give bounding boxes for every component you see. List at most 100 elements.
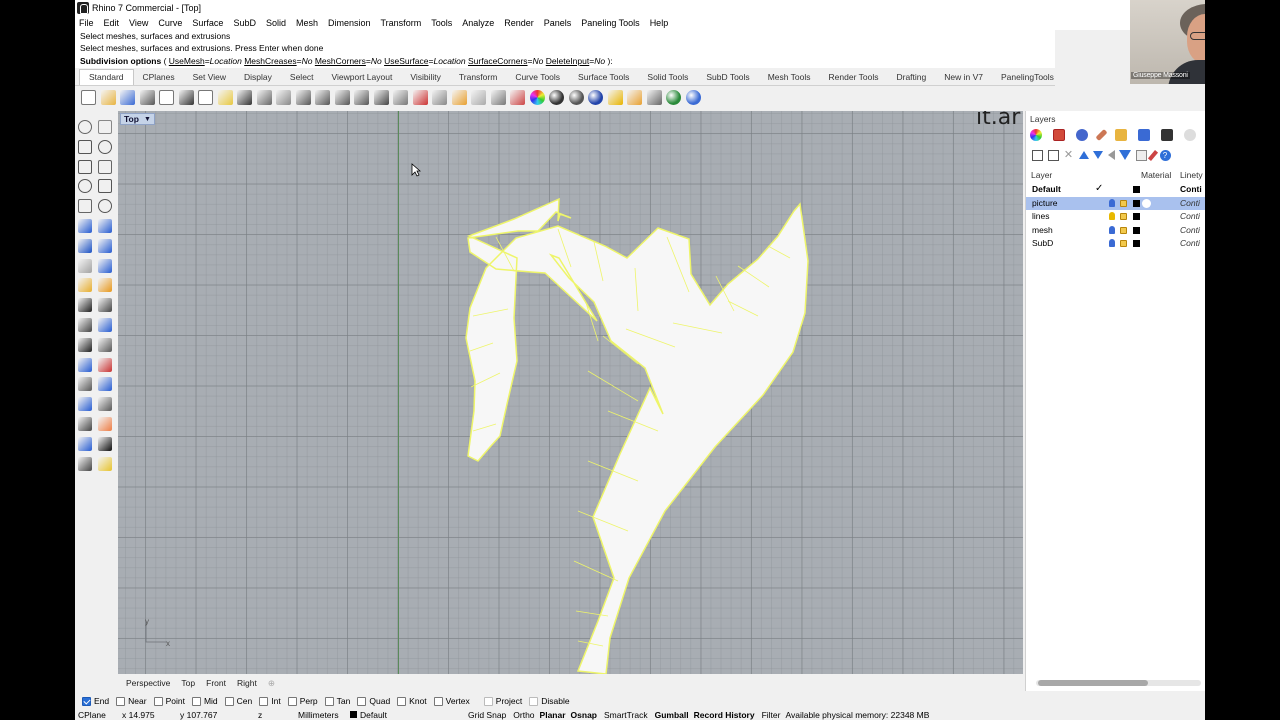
menu-render[interactable]: Render <box>504 18 534 28</box>
mesh-icon[interactable] <box>78 278 92 293</box>
status-gumball[interactable]: Gumball <box>655 710 689 720</box>
move-view-icon[interactable] <box>276 89 291 105</box>
menu-solid[interactable]: Solid <box>266 18 286 28</box>
select-filter-icon[interactable] <box>646 89 662 105</box>
viewport-tab-top[interactable]: Top <box>181 678 195 688</box>
subd-object[interactable] <box>118 111 1023 674</box>
fillet-icon[interactable] <box>78 337 92 352</box>
analyze-icon[interactable] <box>78 436 92 451</box>
new-layer-icon[interactable] <box>1032 149 1043 161</box>
lock-icon[interactable] <box>1120 226 1127 234</box>
visibility-bulb-icon[interactable] <box>1109 212 1115 221</box>
option-surfacecorners[interactable]: SurfaceCorners=No <box>468 56 546 66</box>
cylinder-icon[interactable] <box>78 258 92 273</box>
print-icon[interactable] <box>139 89 155 105</box>
delete-layer-icon[interactable]: ✕ <box>1063 149 1074 161</box>
lock-icon[interactable] <box>1120 213 1127 221</box>
layer-icon[interactable] <box>510 89 525 105</box>
layer-row-default[interactable]: Default ✓ Conti <box>1026 183 1205 196</box>
camera-icon[interactable] <box>432 89 447 105</box>
surface-corner-icon[interactable] <box>78 219 92 233</box>
cut-icon[interactable] <box>178 89 194 105</box>
chamfer-icon[interactable] <box>98 337 112 352</box>
status-filter[interactable]: Filter <box>762 710 781 720</box>
tab-new-in-v7[interactable]: New in V7 <box>935 70 992 85</box>
color-wheel-icon[interactable] <box>1030 128 1042 141</box>
transform-icon[interactable] <box>98 377 112 392</box>
polygon-icon[interactable] <box>78 199 92 214</box>
osnap-end[interactable]: End <box>82 696 109 706</box>
osnap-int[interactable]: Int <box>259 696 281 706</box>
rectangle-icon[interactable] <box>98 179 112 194</box>
osnap-vertex[interactable]: Vertex <box>433 696 470 706</box>
option-meshcreases[interactable]: MeshCreases=No <box>244 56 315 66</box>
filter-icon[interactable] <box>1119 150 1131 160</box>
pencil-icon[interactable] <box>1095 128 1108 141</box>
menu-subd[interactable]: SubD <box>233 18 256 28</box>
tab-cplanes[interactable]: CPlanes <box>134 70 184 85</box>
help-icon[interactable] <box>685 89 701 105</box>
grid-icon[interactable] <box>393 89 408 105</box>
monitor-icon[interactable] <box>1161 128 1173 141</box>
status-units[interactable]: Millimeters <box>298 710 350 720</box>
osnap-point[interactable]: Point <box>153 696 185 706</box>
layer-icon[interactable] <box>78 397 92 412</box>
paste-icon[interactable] <box>217 89 233 105</box>
move-parent-icon[interactable] <box>1107 150 1115 160</box>
tab-curve-tools[interactable]: Curve Tools <box>506 70 569 85</box>
osnap-cen[interactable]: Cen <box>224 696 252 706</box>
curve-icon[interactable] <box>98 139 112 154</box>
pan-icon[interactable] <box>256 89 272 105</box>
layer-color-swatch[interactable] <box>1133 199 1140 207</box>
lock-icon[interactable] <box>1120 240 1127 248</box>
osnap-disable[interactable]: Disable <box>529 696 570 706</box>
option-deleteinput[interactable]: DeleteInput=No <box>546 56 605 66</box>
folder-icon[interactable] <box>1115 128 1127 141</box>
layers-scrollbar[interactable] <box>1036 680 1201 686</box>
sphere-icon[interactable] <box>588 89 603 105</box>
shade-icon[interactable] <box>78 456 92 471</box>
viewport-tab-perspective[interactable]: Perspective <box>126 678 170 688</box>
layer-linetype[interactable]: Conti <box>1180 184 1202 194</box>
save-icon[interactable] <box>120 89 135 105</box>
layer-linetype[interactable]: Conti <box>1180 211 1202 221</box>
menu-transform[interactable]: Transform <box>381 18 422 28</box>
option-usemesh[interactable]: UseMesh=Location <box>169 56 244 66</box>
layer-row-subd[interactable]: SubD Conti <box>1026 237 1205 250</box>
shade-icon[interactable] <box>549 89 564 105</box>
menu-dimension[interactable]: Dimension <box>328 18 371 28</box>
tab-viewport-layout[interactable]: Viewport Layout <box>323 70 402 85</box>
tab-solid-tools[interactable]: Solid Tools <box>638 70 697 85</box>
settings-icon[interactable] <box>1184 128 1196 141</box>
layer-row-mesh[interactable]: mesh Conti <box>1026 224 1205 237</box>
layer-linetype[interactable]: Conti <box>1180 238 1202 248</box>
color-wheel-icon[interactable] <box>529 89 545 105</box>
osnap-quad[interactable]: Quad <box>357 696 390 706</box>
display-icon[interactable] <box>1138 128 1150 141</box>
menu-surface[interactable]: Surface <box>192 18 223 28</box>
join-icon[interactable] <box>78 318 92 332</box>
surface-edge-icon[interactable] <box>98 219 112 233</box>
status-planar[interactable]: Planar <box>540 710 566 720</box>
status-cplane[interactable]: CPlane <box>78 710 122 720</box>
osnap-project[interactable]: Project <box>483 696 522 706</box>
grid-icon[interactable] <box>78 417 92 431</box>
viewport-top[interactable]: it.ar Top ▼ y x <box>118 111 1023 674</box>
split-icon[interactable] <box>98 298 112 313</box>
ellipse-icon[interactable] <box>98 159 112 174</box>
option-meshcorners[interactable]: MeshCorners=No <box>315 56 384 66</box>
zoom-icon[interactable] <box>295 89 311 105</box>
layer-color-swatch[interactable] <box>1133 240 1140 248</box>
layer-color-swatch[interactable] <box>1133 226 1140 234</box>
layer-linetype[interactable]: Conti <box>1180 225 1202 235</box>
zoom-window-icon[interactable] <box>315 89 330 105</box>
lock-icon[interactable] <box>490 89 506 105</box>
command-prompt[interactable]: Subdivision options ( UseMesh=Location M… <box>75 54 1055 68</box>
open-icon[interactable] <box>100 89 116 105</box>
settings-icon[interactable] <box>627 89 642 105</box>
status-record-history[interactable]: Record History <box>694 710 755 720</box>
extrude-icon[interactable] <box>98 258 112 273</box>
add-viewport-icon[interactable]: ⊕ <box>268 678 275 689</box>
dims-icon[interactable] <box>451 89 467 105</box>
fillet-curve-icon[interactable] <box>98 199 112 214</box>
